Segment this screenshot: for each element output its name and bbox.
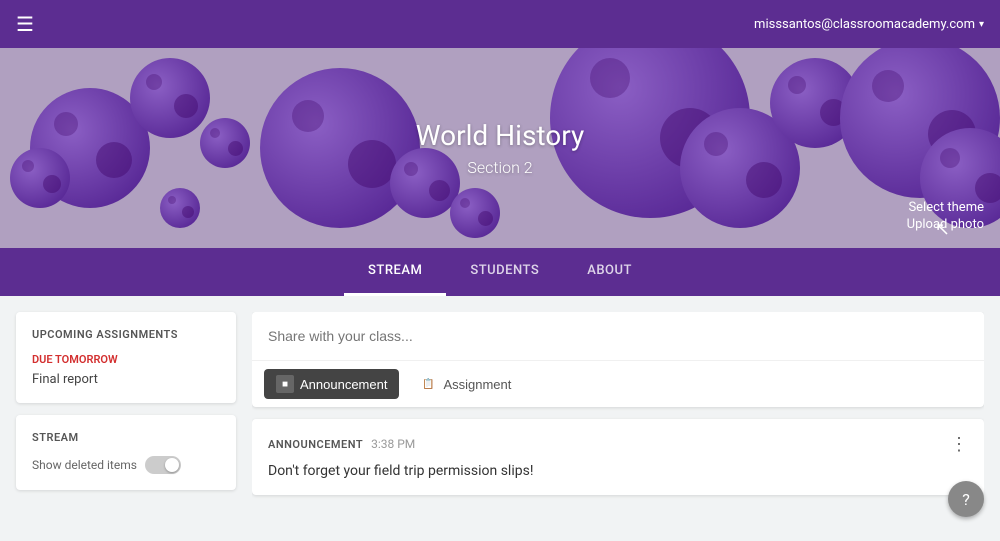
announcement-card: ANNOUNCEMENT 3:38 PM ⋮ Don't forget your…: [252, 419, 984, 495]
cursor-icon: ↖: [935, 219, 950, 240]
announcement-btn-label: Announcement: [300, 377, 387, 392]
tab-about[interactable]: ABOUT: [563, 248, 656, 296]
deco-circle: [450, 188, 500, 238]
deco-circle: [200, 118, 250, 168]
user-email-text: misssantos@classroomacademy.com: [754, 17, 975, 32]
show-deleted-label: Show deleted items: [32, 458, 137, 472]
assignment-icon: 📋: [419, 375, 437, 393]
upcoming-assignments-card: UPCOMING ASSIGNMENTS DUE TOMORROW Final …: [16, 312, 236, 403]
assignment-button[interactable]: 📋 Assignment: [407, 369, 523, 399]
hero-text: World History Section 2: [416, 119, 585, 177]
announcement-header: ANNOUNCEMENT 3:38 PM ⋮: [268, 435, 968, 453]
class-title: World History: [416, 119, 585, 152]
deco-circle: [130, 58, 210, 138]
tab-stream[interactable]: STREAM: [344, 248, 446, 296]
assignment-item[interactable]: Final report: [32, 372, 220, 387]
tab-students[interactable]: STUDENTS: [446, 248, 563, 296]
due-tomorrow-label: DUE TOMORROW: [32, 353, 220, 366]
announcement-icon: ■: [276, 375, 294, 393]
announcement-button[interactable]: ■ Announcement: [264, 369, 399, 399]
main-content: UPCOMING ASSIGNMENTS DUE TOMORROW Final …: [0, 296, 1000, 541]
assignment-btn-label: Assignment: [443, 377, 511, 392]
select-theme-link[interactable]: Select theme: [908, 200, 984, 215]
share-actions: ■ Announcement 📋 Assignment: [252, 360, 984, 407]
share-box: ■ Announcement 📋 Assignment: [252, 312, 984, 407]
announcement-time: 3:38 PM: [371, 437, 415, 451]
stream-card: STREAM Show deleted items: [16, 415, 236, 490]
top-bar: ☰ misssantos@classroomacademy.com ▾: [0, 0, 1000, 48]
announcement-label: ANNOUNCEMENT: [268, 438, 363, 451]
user-menu[interactable]: misssantos@classroomacademy.com ▾: [754, 17, 984, 32]
deco-circle: [160, 188, 200, 228]
upcoming-title: UPCOMING ASSIGNMENTS: [32, 328, 220, 341]
announcement-meta: ANNOUNCEMENT 3:38 PM: [268, 437, 415, 451]
class-subtitle: Section 2: [416, 158, 585, 177]
deco-circle: [10, 148, 70, 208]
stream-section: ■ Announcement 📋 Assignment ANNOUNCEMENT…: [252, 312, 984, 525]
hero-banner: World History Section 2 Select theme Upl…: [0, 48, 1000, 248]
show-deleted-toggle[interactable]: [145, 456, 181, 474]
nav-tabs: STREAM STUDENTS ABOUT: [0, 248, 1000, 296]
dropdown-arrow-icon: ▾: [979, 19, 984, 30]
menu-icon[interactable]: ☰: [16, 12, 34, 36]
stream-title: STREAM: [32, 431, 220, 444]
share-input[interactable]: [252, 312, 984, 360]
announcement-text: Don't forget your field trip permission …: [268, 463, 968, 479]
more-options-button[interactable]: ⋮: [950, 435, 968, 453]
help-button[interactable]: ?: [948, 481, 984, 517]
sidebar: UPCOMING ASSIGNMENTS DUE TOMORROW Final …: [16, 312, 236, 525]
